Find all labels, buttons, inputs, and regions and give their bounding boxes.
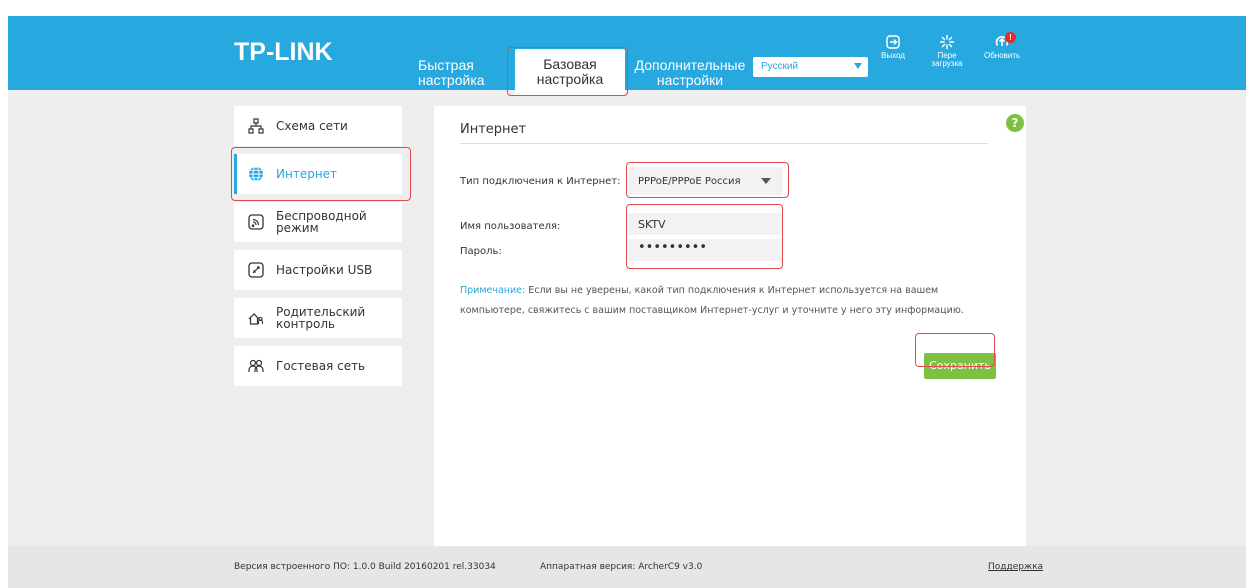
language-value: Русский <box>761 61 799 72</box>
logout-label: Выход <box>881 51 905 60</box>
wireless-icon <box>248 214 264 230</box>
tab-basic-setup[interactable]: Базовая настройка <box>515 49 625 95</box>
firmware-version: Версия встроенного ПО: 1.0.0 Build 20160… <box>234 562 496 572</box>
sidebar-item-label: Интернет <box>276 167 338 181</box>
language-select[interactable]: Русский <box>753 57 868 77</box>
footer: Версия встроенного ПО: 1.0.0 Build 20160… <box>8 546 1246 588</box>
help-icon[interactable]: ? <box>1006 114 1024 132</box>
tab-basic-setup-line1: Базовая <box>543 56 597 72</box>
tab-quick-setup-line1: Быстрая <box>418 57 474 73</box>
logout-icon <box>886 35 900 49</box>
sidebar-item-guest-network[interactable]: Гостевая сеть <box>234 346 402 386</box>
sidebar-item-usb[interactable]: Настройки USB <box>234 250 402 290</box>
support-link[interactable]: Поддержка <box>988 562 1043 572</box>
logout-button[interactable]: Выход <box>876 34 910 60</box>
chevron-down-icon <box>854 63 862 69</box>
sidebar-item-label: Родительский контроль <box>276 305 366 331</box>
tab-advanced-settings[interactable]: Дополнительные настройки <box>628 58 752 88</box>
note-label: Примечание: <box>460 285 526 296</box>
usb-icon <box>248 262 264 278</box>
sidebar-item-internet[interactable]: Интернет <box>234 154 402 194</box>
update-label: Обновить <box>984 51 1021 60</box>
username-label: Имя пользователя: <box>460 221 561 232</box>
note-text: Примечание: Если вы не уверены, какой ти… <box>460 281 1000 321</box>
connection-type-value: PPPoE/PPPoE Россия <box>638 176 741 187</box>
update-badge: ! <box>1005 32 1016 43</box>
password-value: ••••••••• <box>638 240 708 255</box>
reboot-icon <box>939 34 955 50</box>
sidebar-item-wireless[interactable]: Беспроводной режим <box>234 202 402 242</box>
sidebar-item-label: Гостевая сеть <box>276 359 366 373</box>
sidebar-item-label: Беспроводной режим <box>276 209 367 235</box>
reboot-label-2: загрузка <box>931 59 963 68</box>
sidebar-item-label: Схема сети <box>276 119 348 133</box>
internet-settings-panel: Интернет ? Тип подключения к Интернет: P… <box>434 106 1026 546</box>
reboot-button[interactable]: Перe загрузка <box>928 34 966 68</box>
sidebar-item-label: Настройки USB <box>276 263 373 277</box>
header-bar: TP-LINK Быстрая настройка Базовая настро… <box>8 16 1246 95</box>
password-field[interactable]: ••••••••• <box>628 239 783 261</box>
password-label: Пароль: <box>460 246 502 257</box>
hardware-version: Аппаратная версия: ArcherC9 v3.0 <box>540 562 703 572</box>
parental-control-icon <box>248 313 264 325</box>
sidebar-item-parental-control[interactable]: Родительский контроль <box>234 298 402 338</box>
sidebar-item-network-map[interactable]: Схема сети <box>234 106 402 146</box>
note-body: Если вы не уверены, какой тип подключени… <box>460 285 964 316</box>
tp-link-logo: TP-LINK <box>234 38 333 66</box>
app-frame: TP-LINK Быстрая настройка Базовая настро… <box>8 16 1246 588</box>
globe-icon <box>249 166 263 182</box>
tab-quick-setup-line2: настройка <box>418 72 485 88</box>
network-map-icon <box>248 118 264 134</box>
update-button[interactable]: ! Обновить <box>984 32 1021 60</box>
save-button[interactable]: Сохранить <box>924 353 996 379</box>
username-value: SKTV <box>638 218 666 231</box>
tab-quick-setup[interactable]: Быстрая настройка <box>418 58 494 88</box>
tab-advanced-line2: настройки <box>656 72 724 88</box>
title-divider <box>460 143 988 144</box>
guest-network-icon <box>248 359 264 372</box>
tab-advanced-line1: Дополнительные <box>634 57 746 73</box>
connection-type-select[interactable]: PPPoE/PPPoE Россия <box>628 167 783 195</box>
connection-type-label: Тип подключения к Интернет: <box>460 176 621 187</box>
chevron-down-icon <box>761 178 771 184</box>
tab-basic-setup-line2: настройка <box>536 71 604 87</box>
username-field[interactable]: SKTV <box>628 213 783 235</box>
page-title: Интернет <box>460 122 527 137</box>
